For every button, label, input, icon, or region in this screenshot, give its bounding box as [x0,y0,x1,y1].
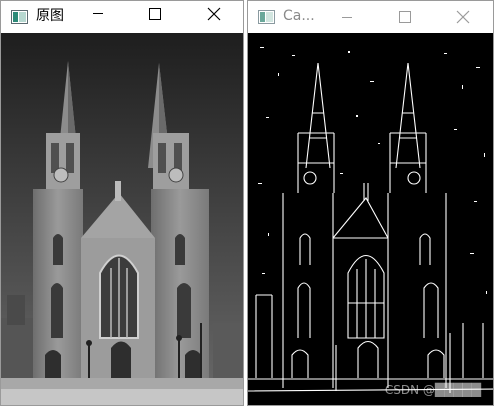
canny-edge-image: CSDN @█████ [248,33,493,405]
window-title: 原图 [36,8,64,24]
close-icon [456,10,470,24]
window-title: Ca... [283,8,315,24]
close-icon [207,7,221,21]
maximize-button[interactable] [382,1,428,33]
minimize-button[interactable] [324,1,370,33]
maximize-icon [149,8,161,20]
original-image [1,33,243,405]
titlebar[interactable]: 原图 [1,1,243,33]
titlebar[interactable]: Ca... [248,1,493,33]
opencv-window-icon [11,9,28,24]
opencv-window-icon [258,9,275,24]
maximize-icon [399,11,411,23]
close-button[interactable] [440,1,486,33]
minimize-button[interactable] [75,1,121,33]
canny-window: Ca... CSDN @█████ [247,0,494,406]
close-button[interactable] [191,1,237,33]
maximize-button[interactable] [132,1,178,33]
minimize-icon [342,17,352,18]
watermark: CSDN @█████ [384,383,481,397]
original-image-window: 原图 [0,0,244,406]
minimize-icon [93,13,103,14]
